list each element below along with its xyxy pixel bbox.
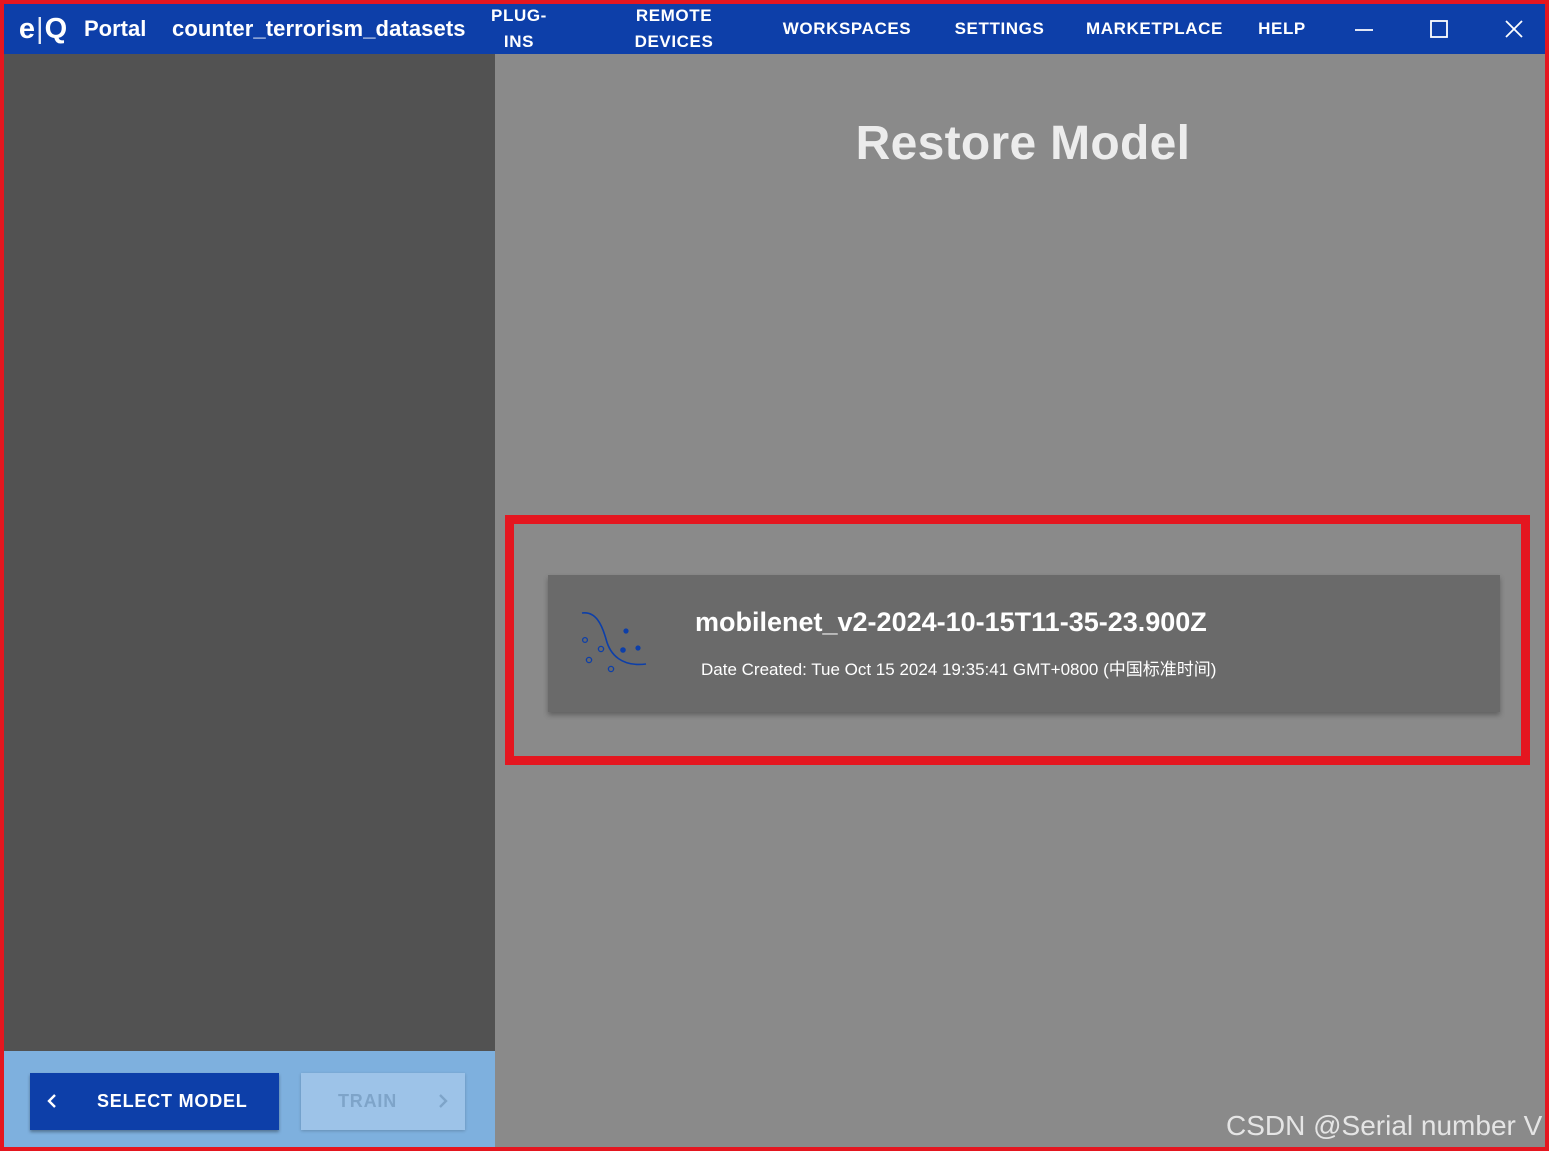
menu-remote-line-2: DEVICES <box>634 32 714 51</box>
logo-separator: | <box>36 12 44 45</box>
menu-plugins[interactable]: PLUG- INS <box>484 4 554 54</box>
menu-remote-devices[interactable]: REMOTE DEVICES <box>614 4 734 54</box>
page-title: Restore Model <box>855 117 1191 170</box>
bottom-nav-bar: SELECT MODEL TRAIN <box>4 1051 495 1147</box>
model-card[interactable]: mobilenet_v2-2024-10-15T11-35-23.900Z Da… <box>548 575 1500 712</box>
model-name: mobilenet_v2-2024-10-15T11-35-23.900Z <box>695 607 1207 637</box>
minimize-button[interactable] <box>1334 4 1394 54</box>
eiq-logo: e | Q <box>14 4 72 54</box>
select-model-button[interactable]: SELECT MODEL <box>30 1073 279 1130</box>
train-label: TRAIN <box>338 1091 397 1111</box>
menu-settings[interactable]: SETTINGS <box>942 4 1057 54</box>
maximize-button[interactable] <box>1409 4 1469 54</box>
logo-letter-e: e <box>18 12 36 45</box>
sidebar-panel <box>4 54 495 1051</box>
close-button[interactable] <box>1484 4 1544 54</box>
model-curve-icon <box>581 612 647 673</box>
app-name: Portal <box>84 16 147 41</box>
select-model-label: SELECT MODEL <box>97 1091 248 1111</box>
menu-plugins-line-1: PLUG- <box>491 6 547 25</box>
menu-help[interactable]: HELP <box>1252 4 1312 54</box>
logo-letter-q: Q <box>44 12 68 45</box>
model-date-created: Date Created: Tue Oct 15 2024 19:35:41 G… <box>701 660 1217 679</box>
app-window: e | Q Portal counter_terrorism_datasets PL… <box>0 0 1549 1151</box>
main-content: Restore Model mobilenet_v2-2024-10-15T11… <box>495 54 1545 1147</box>
menu-marketplace[interactable]: MARKETPLACE <box>1072 4 1237 54</box>
title-bar: e | Q Portal counter_terrorism_datasets PL… <box>4 4 1545 54</box>
train-button[interactable]: TRAIN <box>301 1073 465 1130</box>
chevron-right-icon <box>439 1094 448 1108</box>
close-icon <box>1505 20 1523 38</box>
watermark-text: CSDN @Serial number V <box>1226 1110 1543 1141</box>
menu-plugins-line-2: INS <box>503 32 535 51</box>
minimize-icon <box>1355 29 1373 31</box>
chevron-left-icon <box>47 1094 56 1108</box>
menu-workspaces[interactable]: WORKSPACES <box>772 4 922 54</box>
project-name: counter_terrorism_datasets <box>172 16 466 41</box>
maximize-icon <box>1430 20 1448 38</box>
menu-remote-line-1: REMOTE <box>635 6 713 25</box>
